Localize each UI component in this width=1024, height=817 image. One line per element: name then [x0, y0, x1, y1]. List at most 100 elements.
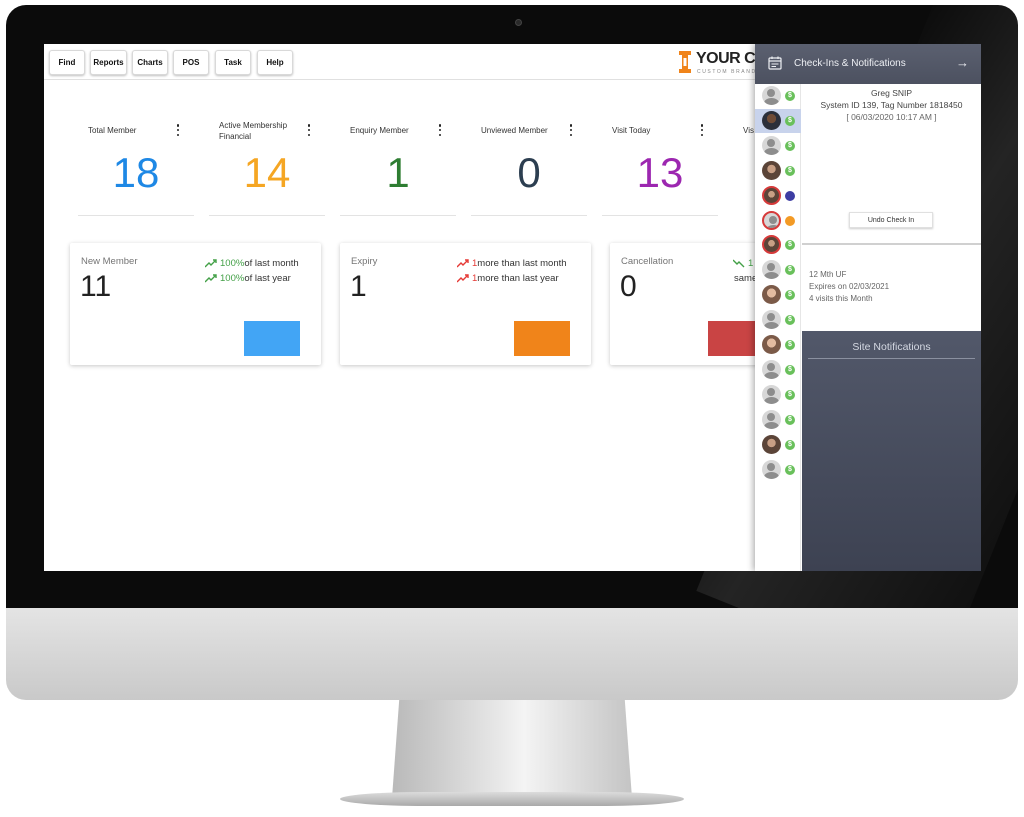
- find-button[interactable]: Find: [49, 50, 85, 75]
- trending-up-icon: [205, 274, 217, 283]
- panel-header: Check-Ins & Notifications →: [755, 44, 981, 84]
- checkin-row[interactable]: $: [755, 258, 801, 282]
- trending-down-icon: [733, 259, 745, 268]
- trend-year: 100% of last year: [205, 273, 291, 284]
- visit-count: 4 visits this Month: [809, 294, 873, 303]
- pos-button[interactable]: POS: [173, 50, 209, 75]
- avatar[interactable]: [762, 210, 781, 230]
- stat-label: Total Member: [88, 126, 137, 135]
- trend-text: of last month: [244, 258, 299, 269]
- checkin-row[interactable]: $: [755, 108, 801, 133]
- checkin-row[interactable]: $: [755, 433, 801, 457]
- member-system-id: System ID 139, Tag Number 1818450: [820, 100, 963, 110]
- checkin-row[interactable]: $: [755, 408, 801, 432]
- dumbbell-logo-icon: [679, 51, 691, 73]
- avatar[interactable]: [762, 310, 781, 330]
- checkin-row[interactable]: $: [755, 233, 801, 257]
- dollar-badge-icon: $: [785, 315, 795, 326]
- dollar-badge-icon: $: [785, 115, 795, 126]
- checkin-row[interactable]: $: [755, 283, 801, 307]
- checkin-row[interactable]: [755, 209, 801, 233]
- membership-expiry: Expires on 02/03/2021: [809, 282, 890, 291]
- checkin-list: $ $ $ $ $ $ $ $ $ $ $ $ $ $: [755, 84, 801, 571]
- calendar-icon: [768, 56, 782, 70]
- avatar[interactable]: [762, 160, 781, 180]
- avatar[interactable]: [762, 135, 781, 155]
- checkin-row[interactable]: $: [755, 383, 801, 407]
- avatar[interactable]: [762, 185, 781, 205]
- divider: [802, 243, 981, 245]
- trending-up-icon: [457, 259, 469, 268]
- checkin-row[interactable]: [755, 184, 801, 208]
- checkin-row[interactable]: $: [755, 333, 801, 357]
- checkin-row[interactable]: $: [755, 358, 801, 382]
- membership-type: 12 Mth UF: [809, 270, 847, 279]
- dollar-badge-icon: $: [785, 91, 795, 101]
- stat-visit-today[interactable]: Visit Today 13: [602, 120, 718, 216]
- trend-value: 100%: [220, 273, 245, 284]
- dollar-badge-icon: $: [785, 464, 795, 475]
- more-vert-icon[interactable]: [569, 124, 573, 136]
- dollar-badge-icon: $: [785, 364, 795, 375]
- card-title: Cancellation: [621, 256, 674, 267]
- more-vert-icon[interactable]: [700, 124, 704, 136]
- dollar-badge-icon: $: [785, 265, 795, 276]
- avatar[interactable]: [762, 285, 781, 305]
- avatar[interactable]: [762, 409, 781, 429]
- stat-label: Active Membership Financial: [219, 121, 288, 141]
- trend-value: 100%: [220, 258, 245, 269]
- stat-enquiry-member[interactable]: Enquiry Member 1: [340, 120, 456, 216]
- more-vert-icon[interactable]: [176, 124, 180, 136]
- card-title: New Member: [81, 256, 138, 267]
- trending-up-icon: [457, 274, 469, 283]
- card-new-member[interactable]: New Member 11 100% of last month 100% of…: [70, 243, 321, 365]
- site-notifications: Site Notifications: [802, 331, 981, 571]
- avatar[interactable]: [762, 260, 781, 280]
- dollar-badge-icon: $: [785, 389, 795, 400]
- checkin-row[interactable]: $: [755, 159, 801, 183]
- avatar[interactable]: [762, 235, 781, 255]
- card-title: Expiry: [351, 256, 378, 267]
- checkin-row[interactable]: $: [755, 458, 801, 482]
- stat-total-member[interactable]: Total Member 18: [78, 120, 194, 216]
- status-dot-icon: [785, 190, 795, 201]
- help-button[interactable]: Help: [257, 50, 293, 75]
- card-value: 0: [620, 270, 637, 303]
- avatar[interactable]: [762, 459, 781, 479]
- checkin-row[interactable]: $: [755, 84, 801, 108]
- stat-value: 13: [636, 149, 684, 196]
- stat-label: Visit Today: [612, 126, 651, 135]
- panel-title: Check-Ins & Notifications: [794, 58, 906, 69]
- arrow-right-icon[interactable]: →: [956, 55, 969, 70]
- reports-button[interactable]: Reports: [90, 50, 127, 75]
- monitor-base: [340, 792, 684, 806]
- stat-unviewed-member[interactable]: Unviewed Member 0: [471, 120, 587, 216]
- card-expiry[interactable]: Expiry 1 1 more than last month 1 more t…: [340, 243, 591, 365]
- brand-tagline: CUSTOM BRANDI: [697, 69, 760, 75]
- monitor-chin: [6, 608, 1018, 700]
- app-screen: Find Reports Charts POS Task Help YOUR C…: [44, 44, 981, 571]
- more-vert-icon[interactable]: [307, 124, 311, 136]
- stat-active-membership[interactable]: Active Membership Financial 14: [209, 120, 325, 216]
- trend-text: more than last year: [477, 273, 559, 284]
- avatar[interactable]: [762, 384, 781, 404]
- task-button[interactable]: Task: [215, 50, 251, 75]
- avatar[interactable]: [762, 335, 781, 354]
- dollar-badge-icon: $: [785, 165, 795, 176]
- imac-mockup: Find Reports Charts POS Task Help YOUR C…: [0, 0, 1024, 817]
- divider: [808, 358, 975, 359]
- monitor-stand: [392, 700, 632, 798]
- undo-checkin-button[interactable]: Undo Check In: [849, 212, 933, 228]
- member-detail: Greg SNIP System ID 139, Tag Number 1818…: [802, 84, 981, 331]
- more-vert-icon[interactable]: [438, 124, 442, 136]
- avatar[interactable]: [762, 359, 781, 379]
- avatar[interactable]: [762, 110, 781, 130]
- checkin-row[interactable]: $: [755, 134, 801, 158]
- charts-button[interactable]: Charts: [132, 50, 168, 75]
- checkin-row[interactable]: $: [755, 308, 801, 332]
- stat-value: 14: [243, 149, 291, 196]
- card-color-swatch: [514, 321, 570, 356]
- avatar[interactable]: [762, 434, 781, 454]
- avatar[interactable]: [762, 86, 781, 105]
- site-notifications-title: Site Notifications: [852, 341, 931, 353]
